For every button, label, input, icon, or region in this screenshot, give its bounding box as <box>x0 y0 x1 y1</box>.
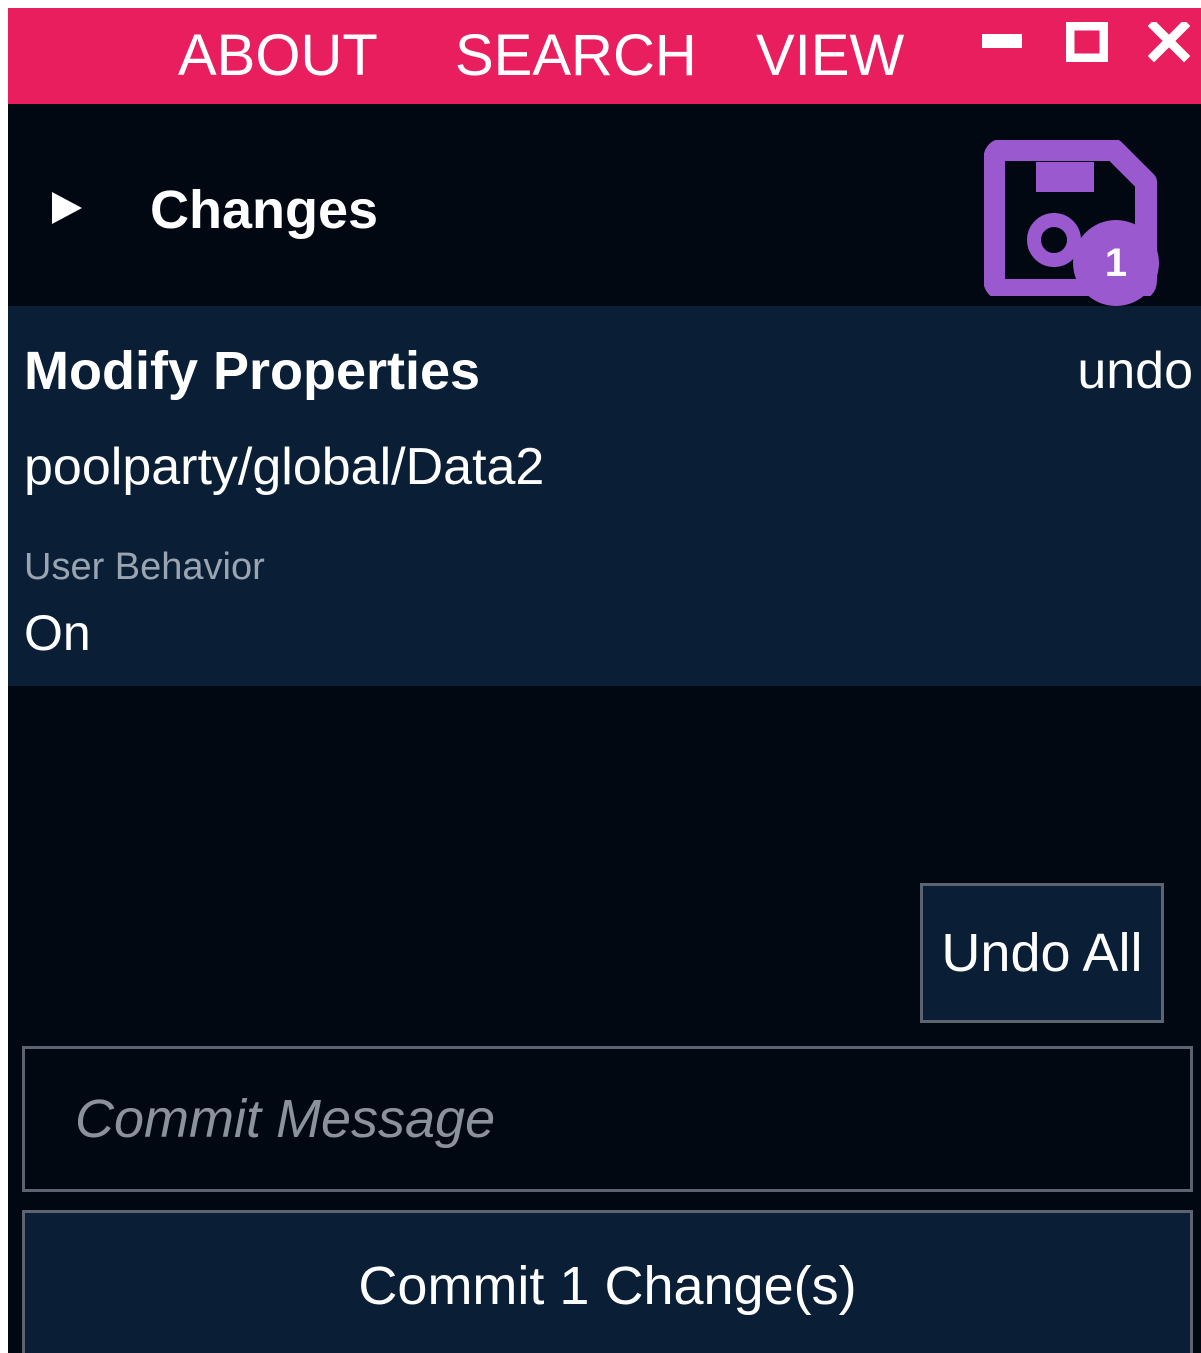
expand-arrow-icon[interactable] <box>48 190 84 226</box>
menu-search[interactable]: SEARCH <box>455 22 697 90</box>
menu-view[interactable]: VIEW <box>756 22 904 90</box>
changes-header: Changes 1 <box>8 104 1201 306</box>
changes-title: Changes <box>150 180 379 240</box>
minimize-icon[interactable] <box>981 22 1023 62</box>
commit-button[interactable]: Commit 1 Change(s) <box>22 1210 1193 1353</box>
change-action: Modify Properties <box>24 341 481 401</box>
menu-bar: ABOUT SEARCH VIEW <box>8 8 1201 104</box>
undo-link[interactable]: undo <box>1077 340 1193 402</box>
changes-window: ABOUT SEARCH VIEW Changes 1 Modify Prope… <box>8 8 1201 1353</box>
change-path: poolparty/global/Data2 <box>24 438 545 496</box>
property-value: On <box>24 605 91 661</box>
commit-message-input[interactable] <box>22 1046 1193 1192</box>
save-icon[interactable] <box>984 140 1160 296</box>
property-name: User Behavior <box>24 546 265 588</box>
close-icon[interactable] <box>1148 22 1190 62</box>
undo-all-button[interactable]: Undo All <box>920 883 1164 1023</box>
change-entry: Modify Properties undo poolparty/global/… <box>8 306 1201 686</box>
menu-about[interactable]: ABOUT <box>178 22 378 90</box>
maximize-icon[interactable] <box>1066 22 1108 62</box>
